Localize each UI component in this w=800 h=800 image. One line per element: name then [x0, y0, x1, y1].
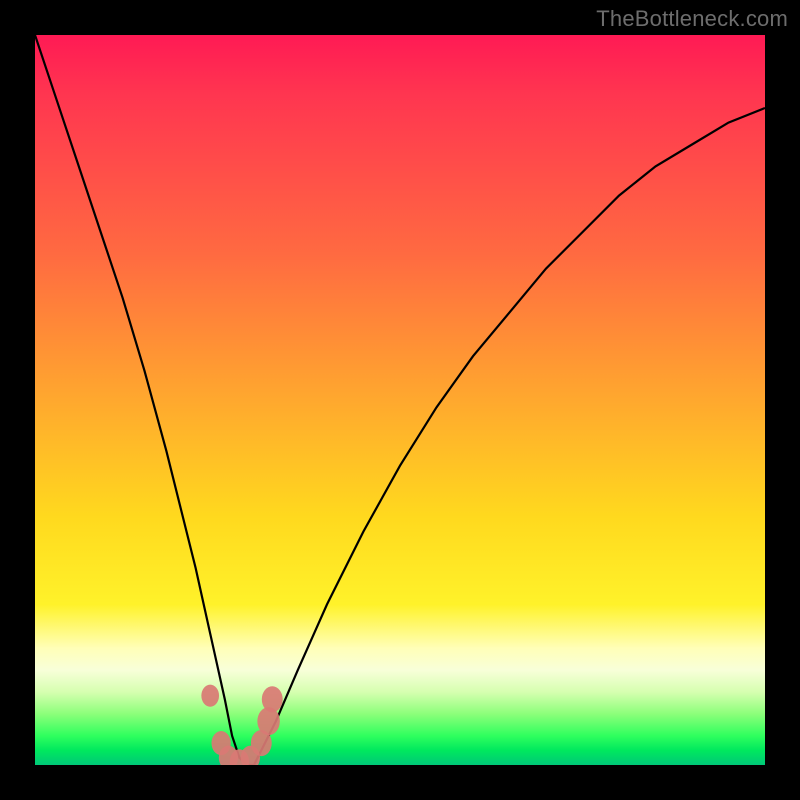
curve-marker — [262, 686, 283, 712]
watermark-label: TheBottleneck.com — [596, 6, 788, 32]
chart-frame: TheBottleneck.com — [0, 0, 800, 800]
curve-svg — [35, 35, 765, 765]
curve-markers — [201, 685, 282, 765]
bottleneck-curve — [35, 35, 765, 765]
curve-marker — [201, 685, 219, 707]
plot-area — [35, 35, 765, 765]
